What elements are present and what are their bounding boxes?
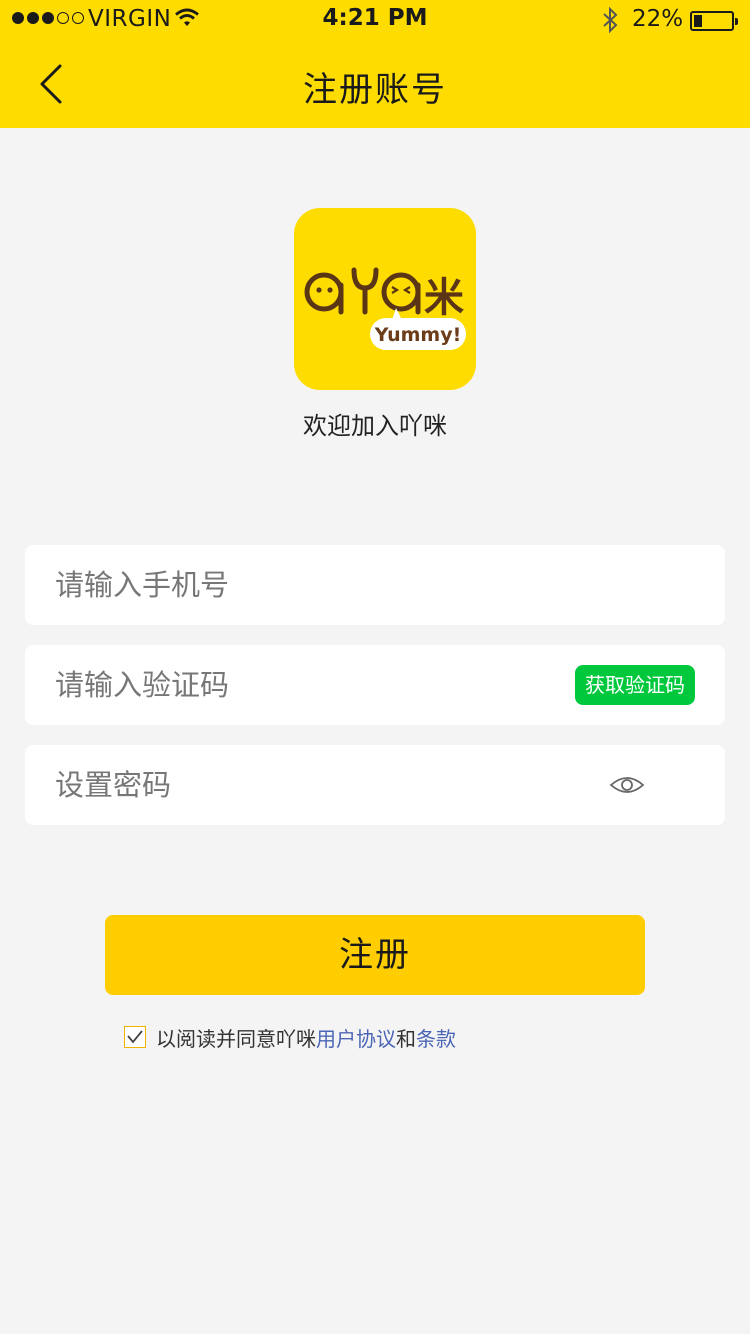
checkmark-icon (127, 1030, 143, 1044)
clauses-link[interactable]: 条款 (416, 1023, 456, 1052)
battery-icon (690, 11, 738, 31)
get-code-button[interactable]: 获取验证码 (575, 665, 695, 705)
header-bar: VIRGIN 4:21 PM 22% 注册账号 (0, 0, 750, 128)
password-input[interactable] (55, 745, 575, 825)
page-title: 注册账号 (303, 70, 447, 110)
agreement-row: 以阅读并同意吖咪 用户协议 和 条款 (124, 1023, 456, 1052)
password-field (25, 745, 725, 825)
verification-code-field: 获取验证码 (25, 645, 725, 725)
logo-bubble-text: Yummy! (374, 324, 462, 346)
register-button[interactable]: 注册 (105, 915, 645, 995)
agreement-checkbox[interactable] (124, 1026, 146, 1048)
phone-input[interactable] (55, 545, 575, 625)
phone-field (25, 545, 725, 625)
agreement-prefix: 以阅读并同意吖咪 (156, 1026, 316, 1051)
verification-code-input[interactable] (55, 645, 575, 725)
app-logo: 米 Yummy! (294, 208, 476, 390)
welcome-text: 欢迎加入吖咪 (303, 412, 447, 440)
logo-artwork: 米 Yummy! (304, 267, 466, 350)
battery-percentage: 22% (632, 6, 684, 32)
eye-icon[interactable] (609, 771, 645, 799)
status-bar: VIRGIN 4:21 PM 22% (0, 0, 750, 40)
user-agreement-link[interactable]: 用户协议 (316, 1023, 396, 1052)
svg-text:米: 米 (424, 275, 464, 321)
agreement-connector: 和 (396, 1026, 416, 1051)
bluetooth-icon (603, 6, 618, 34)
